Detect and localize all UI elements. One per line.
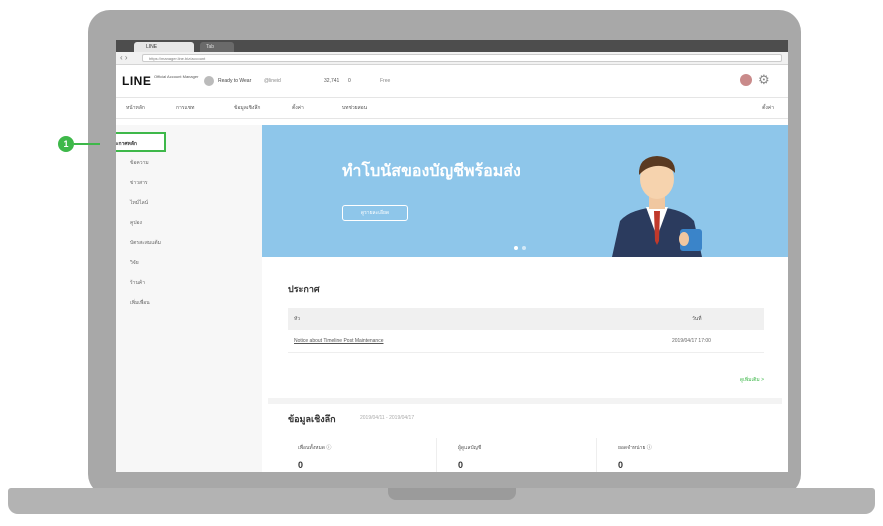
menu-item-chat[interactable]: การแชท (176, 98, 194, 118)
stat-friends: เพื่อนทั้งหมด ⓘ 0 (288, 438, 437, 472)
menu-item-home[interactable]: หน้าหลัก (126, 98, 145, 118)
logo-subtitle: Official Account Manager (154, 74, 199, 79)
browser-tab[interactable]: Tab (200, 42, 234, 52)
callout-connector (74, 143, 100, 145)
address-bar[interactable]: https://manager.line.biz/account (142, 54, 782, 62)
sidebar-item-message[interactable]: ข้อความ (130, 159, 149, 167)
sidebar: ประกาศหลัก ข้อความ ข่าวสาร ไทม์ไลน์ คูปอ… (116, 125, 262, 472)
see-more-link[interactable]: ดูเพิ่มเติม > (740, 376, 764, 384)
carousel-indicator[interactable] (512, 237, 528, 255)
friend-count: 32,741 (324, 78, 340, 84)
browser-tabbar: LINE Tab (116, 40, 788, 57)
app-header: LINE Official Account Manager Ready to W… (116, 65, 788, 98)
col-date: วันที่ (692, 316, 702, 322)
back-forward-icon[interactable]: ‹ › (120, 53, 128, 63)
sidebar-item-coupon[interactable]: คูปอง (130, 219, 142, 227)
carousel-dot[interactable] (514, 246, 518, 250)
sidebar-item-shop[interactable]: ร้านค้า (130, 279, 145, 287)
businessman-illustration (612, 156, 702, 257)
step-callout: 1 (58, 136, 74, 152)
sidebar-item-active[interactable]: ประกาศหลัก (116, 132, 166, 152)
menu-item-settings[interactable]: ตั้งค่า (292, 98, 304, 118)
user-avatar[interactable] (740, 74, 752, 86)
sidebar-item-add-friend[interactable]: เพิ่มเพื่อน (130, 299, 150, 307)
stat-sales: ยอดจำหน่าย ⓘ 0 (608, 438, 756, 472)
stat-admins: ผู้ดูแลบัญชี 0 (448, 438, 597, 472)
laptop-screen: LINE Tab ‹ › https://manager.line.biz/ac… (116, 40, 788, 472)
main-menu: หน้าหลัก การแชท ข้อมูลเชิงลึก ตั้งค่า บท… (116, 98, 788, 119)
account-id: @lineid (264, 78, 281, 84)
announce-date: 2019/04/17 17:00 (672, 338, 711, 344)
gear-icon[interactable]: ⚙ (758, 72, 770, 88)
laptop-notch (388, 488, 516, 500)
menu-settings-link[interactable]: ตั้งค่า (762, 98, 774, 118)
content-card: ประกาศ หัว วันที่ Notice about Timeline … (268, 262, 782, 472)
stat-label: ยอดจำหน่าย ⓘ (618, 445, 652, 451)
table-row[interactable]: Notice about Timeline Post Maintenance 2… (288, 330, 764, 353)
promo-banner[interactable]: ทำโบนัสของบัญชีพร้อมส่ง ดูรายละเอียด (262, 125, 788, 257)
message-count: 0 (348, 78, 351, 84)
stat-value: 0 (618, 460, 624, 470)
menu-item-insight[interactable]: ข้อมูลเชิงลึก (234, 98, 260, 118)
announce-link[interactable]: Notice about Timeline Post Maintenance (294, 330, 384, 352)
account-name[interactable]: Ready to Wear (218, 76, 251, 86)
stat-value: 0 (458, 460, 464, 470)
plan-label[interactable]: Free (380, 76, 390, 86)
browser-urlbar: ‹ › https://manager.line.biz/account (116, 52, 788, 65)
account-icon[interactable] (204, 76, 214, 86)
insight-title: ข้อมูลเชิงลึก (288, 414, 336, 424)
announce-title: ประกาศ (288, 284, 320, 294)
browser-tab-active[interactable]: LINE (134, 42, 194, 52)
stat-value: 0 (298, 460, 304, 470)
sidebar-item-news[interactable]: ข่าวสาร (130, 179, 148, 187)
section-divider (268, 398, 782, 404)
menu-item-tutorial[interactable]: บทช่วยสอน (342, 98, 367, 118)
banner-title: ทำโบนัสของบัญชีพร้อมส่ง (342, 163, 521, 180)
carousel-dot[interactable] (522, 246, 526, 250)
col-title: หัว (294, 316, 301, 322)
sidebar-item-timeline[interactable]: ไทม์ไลน์ (130, 199, 148, 207)
sidebar-item-reward-card[interactable]: บัตรสะสมแต้ม (130, 239, 161, 247)
stat-label: ผู้ดูแลบัญชี (458, 445, 482, 451)
sidebar-item-research[interactable]: วิจัย (130, 259, 139, 267)
stat-label: เพื่อนทั้งหมด ⓘ (298, 445, 332, 451)
announce-table-header: หัว วันที่ (288, 308, 764, 330)
insight-date-range: 2019/04/11 - 2019/04/17 (360, 415, 415, 421)
banner-button[interactable]: ดูรายละเอียด (342, 205, 408, 221)
line-logo[interactable]: LINE (122, 74, 151, 88)
